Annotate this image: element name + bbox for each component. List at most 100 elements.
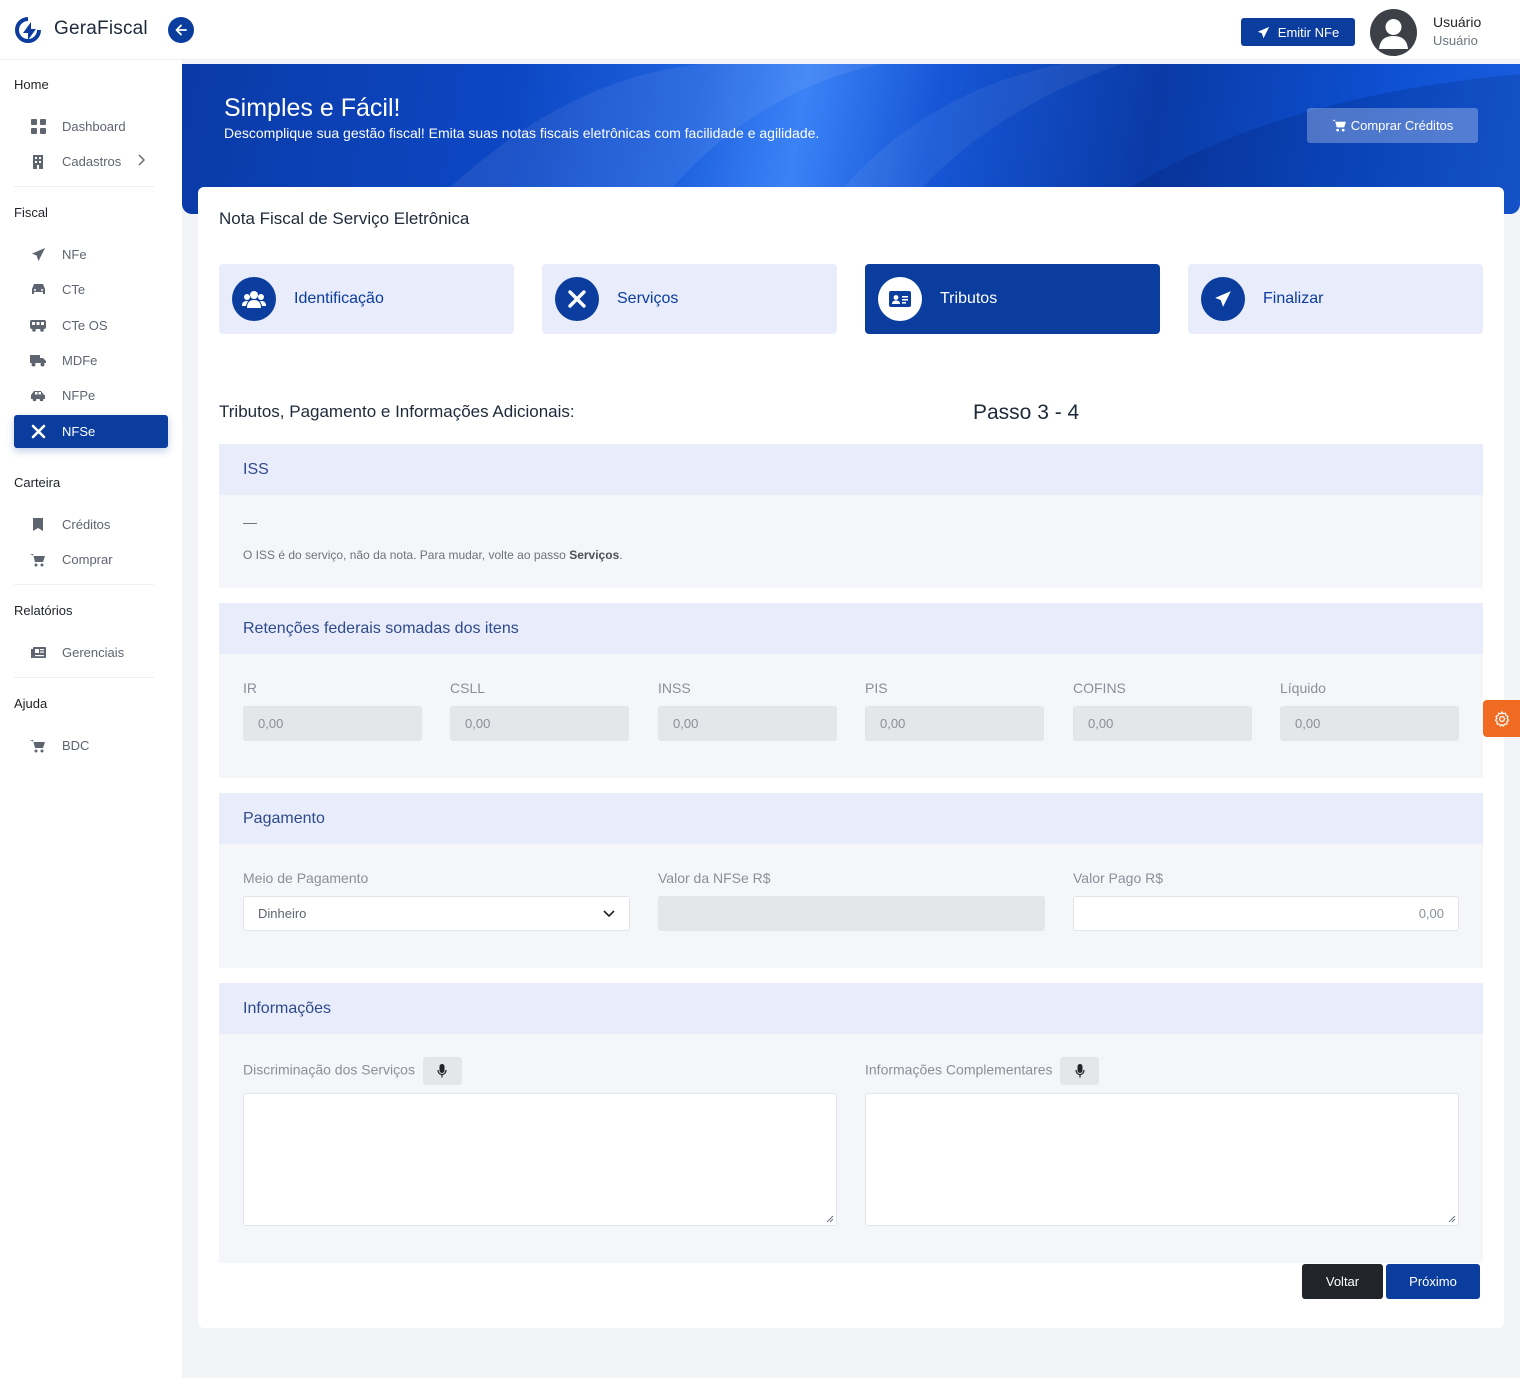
newspaper-icon (30, 645, 46, 661)
sidebar-item-label: Gerenciais (62, 645, 125, 660)
mic-button[interactable] (422, 1057, 462, 1085)
car-icon (30, 282, 46, 298)
cofins-input[interactable]: 0,00 (1073, 706, 1252, 741)
sidebar-item-nfse[interactable]: NFSe (14, 415, 168, 448)
page-title: Nota Fiscal de Serviço Eletrônica (219, 209, 470, 228)
shopping-cart-icon (1331, 119, 1346, 132)
valor-pago-label: Valor Pago R$ (1073, 870, 1164, 886)
complementares-label: Informações Complementares (865, 1057, 1100, 1085)
buy-credits-label: Comprar Créditos (1350, 118, 1454, 133)
back-button[interactable]: Voltar (1302, 1264, 1383, 1299)
sidebar-item-cteos[interactable]: CTe OS (14, 309, 168, 342)
paper-plane-icon (1257, 26, 1269, 38)
collapse-sidebar-button[interactable] (168, 17, 194, 43)
pagamento-panel: Pagamento Meio de Pagamento Dinheiro Val… (219, 793, 1483, 968)
complementares-textarea[interactable] (865, 1093, 1459, 1226)
informacoes-heading: Informações (219, 983, 1483, 1034)
pis-label: PIS (865, 680, 888, 696)
main-card: Nota Fiscal de Serviço Eletrônica Identi… (198, 187, 1504, 1328)
informacoes-panel: Informações Discriminação dos Serviços I… (219, 983, 1483, 1263)
liquido-input[interactable]: 0,00 (1280, 706, 1459, 741)
iss-note-link: Serviços (569, 548, 620, 562)
microphone-icon (437, 1064, 447, 1078)
sidebar-item-comprar[interactable]: Comprar (14, 543, 168, 576)
buy-credits-button[interactable]: Comprar Créditos (1307, 108, 1478, 143)
banner-title: Simples e Fácil! (224, 94, 401, 122)
meio-pagamento-select[interactable]: Dinheiro (243, 896, 630, 931)
step-finalizar[interactable]: Finalizar (1188, 264, 1483, 334)
sidebar-item-label: Dashboard (62, 119, 126, 134)
sidebar-item-nfe[interactable]: NFe (14, 238, 168, 271)
discriminacao-textarea[interactable] (243, 1093, 837, 1226)
user-avatar[interactable] (1370, 9, 1417, 56)
resize-grip-icon[interactable] (826, 1215, 834, 1223)
sidebar-item-cadastros[interactable]: Cadastros (14, 145, 168, 178)
liquido-label: Líquido (1280, 680, 1326, 696)
sidebar-item-label: MDFe (62, 353, 98, 368)
users-icon (232, 277, 276, 321)
inss-input[interactable]: 0,00 (658, 706, 837, 741)
sidebar-item-bdc[interactable]: BDC (14, 729, 168, 762)
sidebar-divider (14, 584, 154, 585)
sidebar-item-label: NFSe (62, 424, 96, 439)
step-servicos[interactable]: Serviços (542, 264, 837, 334)
discriminacao-label: Discriminação dos Serviços (243, 1057, 462, 1085)
resize-grip-icon[interactable] (1448, 1215, 1456, 1223)
ir-input[interactable]: 0,00 (243, 706, 422, 741)
microphone-icon (1075, 1064, 1085, 1078)
sidebar-item-mdfe[interactable]: MDFe (14, 344, 168, 377)
section-relatorios: Relatórios (14, 603, 73, 618)
sidebar-item-label: Comprar (62, 552, 113, 567)
sidebar-item-dashboard[interactable]: Dashboard (14, 110, 168, 143)
iss-empty-value (243, 523, 257, 524)
iss-panel: ISS O ISS é do serviço, não da nota. Par… (219, 444, 1483, 588)
csll-label: CSLL (450, 680, 486, 696)
dashboard-icon (30, 119, 46, 135)
iss-note-text: O ISS é do serviço, não da nota. Para mu… (243, 548, 570, 562)
tools-icon (555, 277, 599, 321)
cofins-label: COFINS (1073, 680, 1126, 696)
sidebar-item-creditos[interactable]: Créditos (14, 508, 168, 541)
sidebar-item-gerenciais[interactable]: Gerenciais (14, 636, 168, 669)
settings-tab[interactable] (1483, 700, 1520, 737)
retencoes-panel: Retenções federais somadas dos itens IR … (219, 603, 1483, 778)
emit-nfe-label: Emitir NFe (1277, 24, 1340, 40)
gerafiscal-logo-icon[interactable] (14, 16, 42, 44)
step-tributos[interactable]: Tributos (865, 264, 1160, 334)
ir-label: IR (243, 680, 257, 696)
next-button[interactable]: Próximo (1386, 1264, 1480, 1299)
step-label: Tributos (940, 290, 998, 307)
valor-nfse-input[interactable] (658, 896, 1045, 931)
discriminacao-label-text: Discriminação dos Serviços (243, 1061, 415, 1078)
meio-pagamento-value: Dinheiro (258, 906, 307, 921)
gear-icon (1494, 710, 1509, 727)
pis-input[interactable]: 0,00 (865, 706, 1044, 741)
step-label: Finalizar (1263, 290, 1324, 307)
sidebar-item-nfpe[interactable]: NFPe (14, 379, 168, 412)
brand-name: GeraFiscal (54, 18, 148, 39)
section-home: Home (14, 77, 49, 92)
inss-label: INSS (658, 680, 691, 696)
valor-nfse-label: Valor da NFSe R$ (658, 870, 771, 886)
sidebar-item-cte[interactable]: CTe (14, 273, 168, 306)
valor-pago-input[interactable]: 0,00 (1073, 896, 1459, 931)
banner-subtitle: Descomplique sua gestão fiscal! Emita su… (224, 125, 820, 141)
arrow-left-icon (175, 24, 187, 36)
csll-input[interactable]: 0,00 (450, 706, 629, 741)
user-silhouette-icon (1379, 19, 1408, 49)
sidebar-item-label: NFPe (62, 388, 96, 403)
iss-note: O ISS é do serviço, não da nota. Para mu… (243, 548, 623, 562)
user-name[interactable]: Usuário (1433, 14, 1481, 30)
iss-note-end: . (619, 548, 623, 562)
mic-button[interactable] (1060, 1057, 1100, 1085)
section-subtitle: Tributos, Pagamento e Informações Adicio… (219, 402, 575, 421)
truck-icon (30, 353, 46, 369)
building-icon (30, 154, 46, 170)
step-identificacao[interactable]: Identificação (219, 264, 514, 334)
shopping-cart-icon (30, 738, 46, 754)
sidebar-item-label: Créditos (62, 517, 111, 532)
complementares-label-text: Informações Complementares (865, 1061, 1053, 1078)
sidebar-item-label: CTe (62, 282, 86, 297)
emit-nfe-button[interactable]: Emitir NFe (1241, 18, 1355, 46)
step-indicator: Passo 3 - 4 (973, 401, 1080, 424)
